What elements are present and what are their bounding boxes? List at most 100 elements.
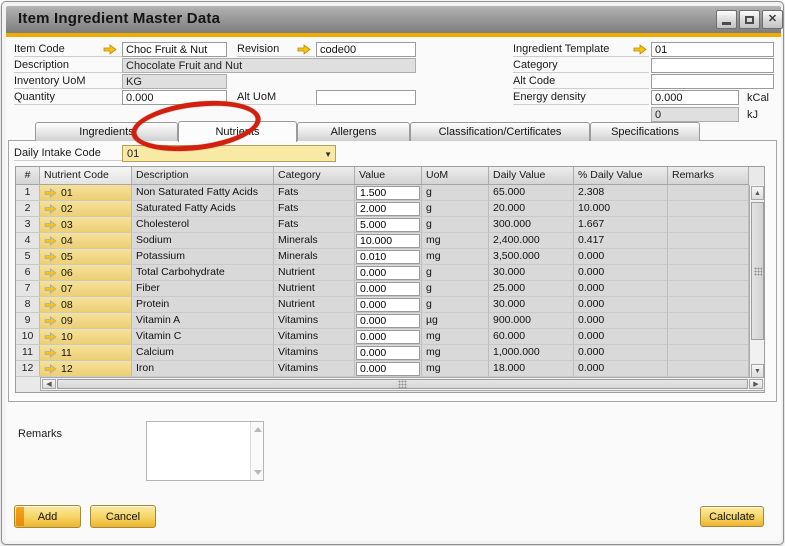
value-input[interactable]	[356, 330, 420, 344]
cell-row-number: 11	[16, 345, 40, 361]
cell-nutrient-code[interactable]: 05	[40, 249, 132, 265]
description-label: Description	[14, 58, 122, 73]
cell-daily-value: 3,500.000	[489, 249, 574, 265]
cell-category: Nutrient	[274, 281, 355, 297]
cell-daily-value: 30.000	[489, 297, 574, 313]
link-arrow-icon[interactable]	[44, 283, 57, 294]
link-arrow-icon[interactable]	[44, 299, 57, 310]
cell-row-number: 8	[16, 297, 40, 313]
cell-category: Vitamins	[274, 345, 355, 361]
scroll-up-button[interactable]: ▲	[751, 186, 764, 200]
value-input[interactable]	[356, 362, 420, 376]
value-input[interactable]	[356, 346, 420, 360]
tab-allergens[interactable]: Allergens	[297, 122, 410, 141]
cell-remarks	[668, 329, 749, 345]
cell-nutrient-code[interactable]: 01	[40, 185, 132, 201]
cancel-button[interactable]: Cancel	[90, 505, 156, 528]
energy-density-label: Energy density	[513, 90, 649, 105]
link-arrow-icon[interactable]	[44, 347, 57, 358]
link-arrow-icon[interactable]	[44, 331, 57, 342]
cell-description: Protein	[132, 297, 274, 313]
scroll-right-button[interactable]: ▶	[749, 379, 763, 389]
tab-specifications[interactable]: Specifications	[590, 122, 700, 141]
col-header-value[interactable]: Value	[355, 167, 422, 185]
col-header-nutrient-code[interactable]: Nutrient Code	[40, 167, 132, 185]
remarks-scrollbar[interactable]	[250, 422, 263, 480]
cell-daily-value: 2,400.000	[489, 233, 574, 249]
value-input[interactable]	[356, 234, 420, 248]
close-button[interactable]: ✕	[762, 10, 783, 29]
quantity-label: Quantity	[14, 90, 122, 105]
value-input[interactable]	[356, 202, 420, 216]
cell-pct-daily-value: 0.417	[574, 233, 668, 249]
link-arrow-icon[interactable]	[44, 363, 57, 374]
horizontal-scrollbar[interactable]: ◀ ▶	[40, 377, 765, 391]
value-input[interactable]	[356, 186, 420, 200]
vertical-scroll-thumb[interactable]	[751, 202, 764, 340]
horizontal-scroll-thumb[interactable]	[57, 379, 748, 389]
col-header-remarks[interactable]: Remarks	[668, 167, 749, 185]
cell-nutrient-code[interactable]: 12	[40, 361, 132, 377]
link-arrow-icon[interactable]	[44, 187, 57, 198]
energy-density-kcal-input[interactable]	[651, 90, 739, 105]
tab-classification-certificates[interactable]: Classification/Certificates	[410, 122, 590, 141]
value-input[interactable]	[356, 314, 420, 328]
col-header-uom[interactable]: UoM	[422, 167, 489, 185]
inventory-uom-label: Inventory UoM	[14, 74, 122, 89]
alt-code-input[interactable]	[651, 74, 774, 89]
table-row: 4 04 Sodium Minerals mg 2,400.000 0.417	[16, 233, 764, 249]
category-input[interactable]	[651, 58, 774, 73]
value-input[interactable]	[356, 250, 420, 264]
cell-nutrient-code[interactable]: 04	[40, 233, 132, 249]
scroll-down-button[interactable]: ▼	[751, 364, 764, 378]
cell-nutrient-code[interactable]: 07	[40, 281, 132, 297]
value-input[interactable]	[356, 282, 420, 296]
calculate-button[interactable]: Calculate	[700, 506, 764, 527]
value-input[interactable]	[356, 298, 420, 312]
maximize-icon	[745, 15, 754, 24]
ingredient-template-input[interactable]	[651, 42, 774, 57]
remarks-textarea[interactable]	[146, 421, 264, 481]
maximize-button[interactable]	[739, 10, 760, 29]
scroll-left-button[interactable]: ◀	[42, 379, 56, 389]
alt-uom-input[interactable]	[316, 90, 416, 105]
cell-uom: g	[422, 281, 489, 297]
col-header-pct-daily-value[interactable]: % Daily Value	[574, 167, 668, 185]
cell-nutrient-code[interactable]: 03	[40, 217, 132, 233]
inventory-uom-field	[122, 74, 227, 89]
value-input[interactable]	[356, 266, 420, 280]
cell-nutrient-code[interactable]: 11	[40, 345, 132, 361]
revision-input[interactable]	[316, 42, 416, 57]
link-arrow-icon[interactable]	[297, 44, 311, 55]
minimize-button[interactable]	[716, 10, 737, 29]
link-arrow-icon[interactable]	[44, 203, 57, 214]
add-button[interactable]: Add	[14, 505, 81, 528]
link-arrow-icon[interactable]	[44, 235, 57, 246]
link-arrow-icon[interactable]	[103, 44, 117, 55]
link-arrow-icon[interactable]	[44, 267, 57, 278]
col-header-num[interactable]: #	[16, 167, 40, 185]
value-input[interactable]	[356, 218, 420, 232]
cell-nutrient-code[interactable]: 09	[40, 313, 132, 329]
cell-remarks	[668, 233, 749, 249]
cell-remarks	[668, 249, 749, 265]
cell-nutrient-code[interactable]: 10	[40, 329, 132, 345]
link-arrow-icon[interactable]	[44, 251, 57, 262]
vertical-scrollbar[interactable]: ▲ ▼	[749, 185, 764, 379]
col-header-category[interactable]: Category	[274, 167, 355, 185]
cell-description: Total Carbohydrate	[132, 265, 274, 281]
cell-nutrient-code[interactable]: 08	[40, 297, 132, 313]
col-header-daily-value[interactable]: Daily Value	[489, 167, 574, 185]
cell-category: Vitamins	[274, 313, 355, 329]
col-header-description[interactable]: Description	[132, 167, 274, 185]
link-arrow-icon[interactable]	[44, 315, 57, 326]
cell-row-number: 12	[16, 361, 40, 377]
link-arrow-icon[interactable]	[633, 44, 647, 55]
cell-nutrient-code[interactable]: 06	[40, 265, 132, 281]
link-arrow-icon[interactable]	[44, 219, 57, 230]
cell-description: Fiber	[132, 281, 274, 297]
cell-nutrient-code[interactable]: 02	[40, 201, 132, 217]
cell-pct-daily-value: 1.667	[574, 217, 668, 233]
item-code-input[interactable]	[122, 42, 227, 57]
table-row: 2 02 Saturated Fatty Acids Fats g 20.000…	[16, 201, 764, 217]
